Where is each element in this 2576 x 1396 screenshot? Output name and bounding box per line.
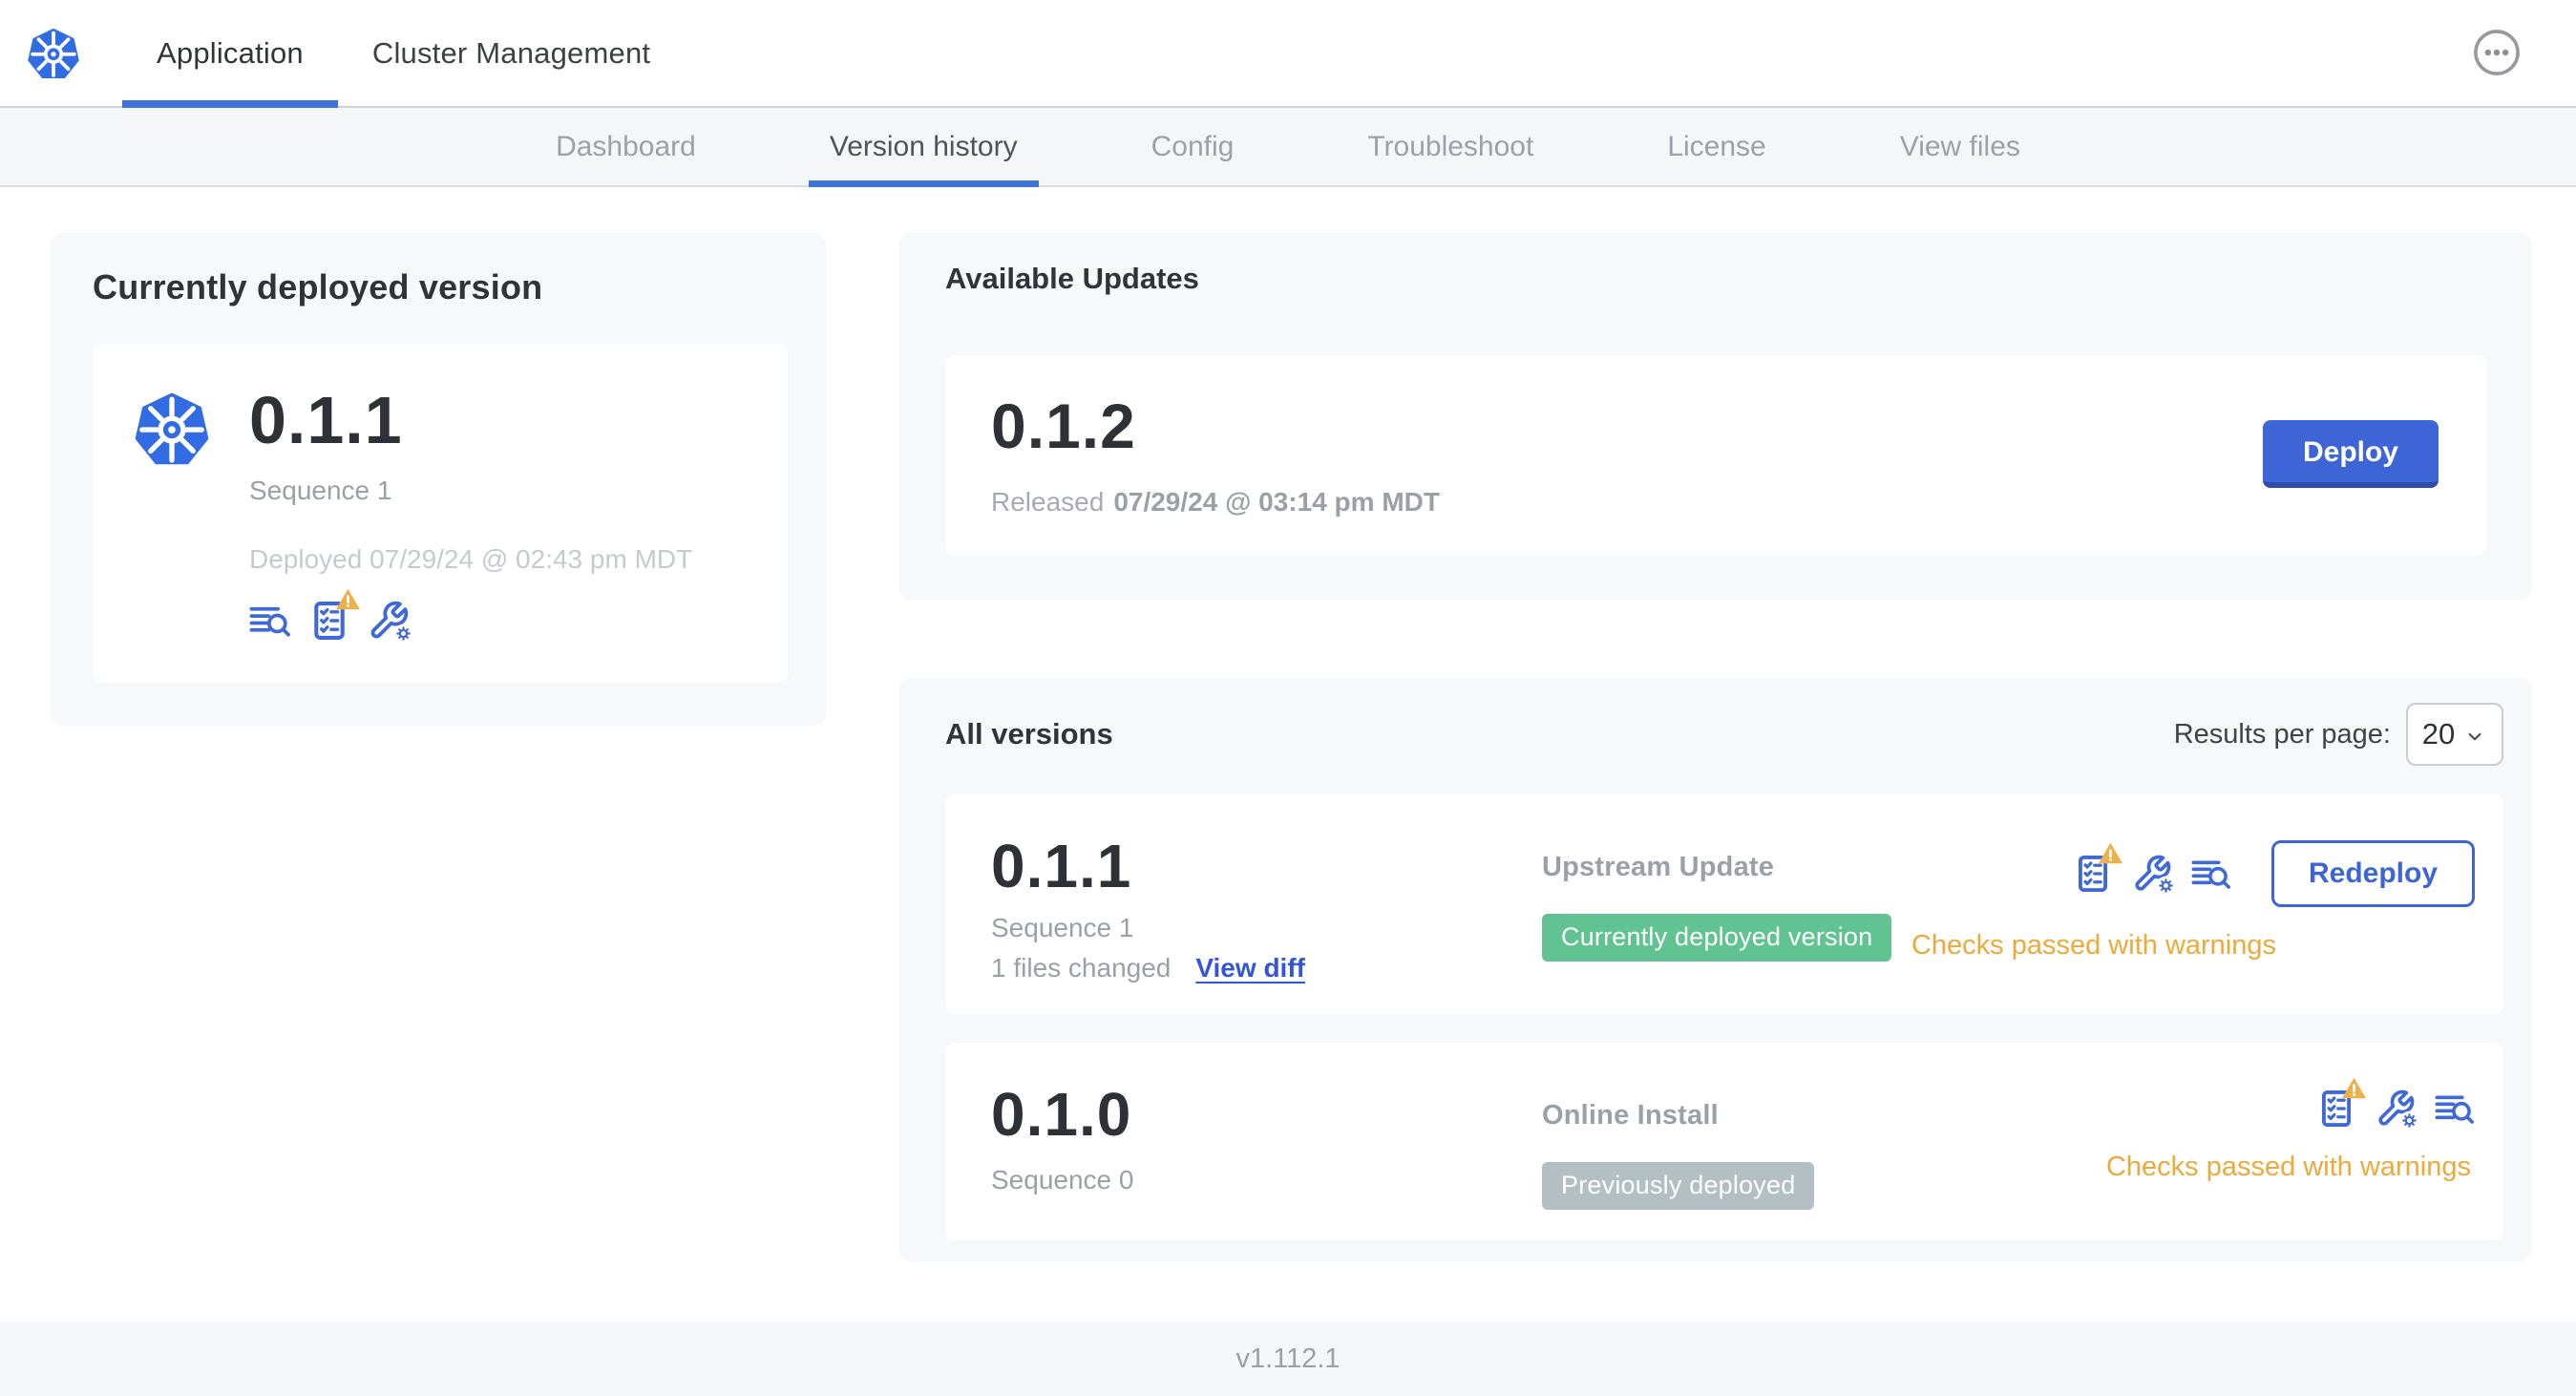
ellipsis-icon xyxy=(2474,30,2520,75)
update-info: 0.1.2 Released 07/29/24 @ 03:14 pm MDT xyxy=(991,390,1440,518)
results-per-page-select[interactable]: 20 xyxy=(2406,703,2503,766)
preflight-status-text: Checks passed with warnings xyxy=(2105,1152,2471,1182)
right-column: Available Updates 0.1.2 Released 07/29/24… xyxy=(899,233,2532,1261)
gear-icon xyxy=(2398,1110,2420,1132)
preflight-checks-warning-icon[interactable] xyxy=(2316,1076,2367,1129)
redeploy-button[interactable]: Redeploy xyxy=(2270,840,2475,907)
warning-triangle-icon xyxy=(2097,841,2123,865)
all-versions-panel: All versions Results per page: 20 0.1.1 … xyxy=(899,678,2532,1261)
primary-nav: Application Cluster Management xyxy=(122,0,685,108)
logs-icon[interactable] xyxy=(2191,854,2231,894)
current-deployed-timestamp: Deployed 07/29/24 @ 02:43 pm MDT xyxy=(249,544,693,574)
current-sequence: Sequence 1 xyxy=(249,476,392,505)
overflow-menu-button[interactable] xyxy=(2473,29,2521,76)
main-content: Currently deployed version 0.1.1 Sequenc… xyxy=(0,187,2576,1261)
console-version: v1.112.1 xyxy=(1235,1343,1341,1374)
all-versions-header: All versions Results per page: 20 xyxy=(945,703,2503,766)
version-row-0-1-1: 0.1.1 Sequence 1 1 files changed View di… xyxy=(945,794,2503,1014)
status-badge-currently-deployed: Currently deployed version xyxy=(1542,914,1892,962)
nav-tab-application[interactable]: Application xyxy=(122,0,338,108)
version-row-0-1-0: 0.1.0 Sequence 0 Online Install Previous… xyxy=(945,1043,2503,1240)
tab-license[interactable]: License xyxy=(1646,108,1786,185)
config-wrench-icon[interactable] xyxy=(368,600,414,645)
top-navbar: Application Cluster Management xyxy=(0,0,2576,108)
version-source: Upstream Update xyxy=(1542,852,1775,882)
tab-dashboard[interactable]: Dashboard xyxy=(535,108,717,185)
available-update-row: 0.1.2 Released 07/29/24 @ 03:14 pm MDT De… xyxy=(945,355,2486,556)
results-per-page-label: Results per page: xyxy=(2173,718,2391,750)
tab-view-files[interactable]: View files xyxy=(1879,108,2041,185)
warning-triangle-icon xyxy=(335,587,361,611)
warning-triangle-icon xyxy=(2341,1076,2367,1100)
released-date: 07/29/24 @ 03:14 pm MDT xyxy=(1113,487,1440,517)
kubernetes-app-icon xyxy=(131,386,213,472)
currently-deployed-title: Currently deployed version xyxy=(93,267,543,307)
chevron-down-icon xyxy=(2468,732,2481,741)
gear-icon xyxy=(392,623,414,645)
current-version-actions xyxy=(249,587,692,645)
logs-icon[interactable] xyxy=(2435,1089,2475,1129)
kubernetes-logo-icon xyxy=(25,24,82,83)
version-actions: Redeploy xyxy=(2073,840,2475,907)
available-updates-panel: Available Updates 0.1.2 Released 07/29/24… xyxy=(899,233,2532,600)
tab-config[interactable]: Config xyxy=(1130,108,1256,185)
update-version-number: 0.1.2 xyxy=(991,391,1136,461)
version-actions xyxy=(2316,1076,2475,1132)
currently-deployed-card: 0.1.1 Sequence 1 Deployed 07/29/24 @ 02:… xyxy=(93,344,788,682)
version-row-left: 0.1.1 Sequence 1 1 files changed View di… xyxy=(991,831,1542,984)
config-wrench-icon[interactable] xyxy=(2132,854,2177,897)
row-version-number: 0.1.1 xyxy=(991,832,1132,900)
row-version-number: 0.1.0 xyxy=(991,1080,1132,1149)
footer: v1.112.1 xyxy=(0,1322,2576,1396)
gear-icon xyxy=(2155,875,2177,897)
nav-tab-cluster-management[interactable]: Cluster Management xyxy=(338,0,685,106)
version-row-right: Checks passed with warnings xyxy=(2105,1076,2475,1183)
results-per-page: Results per page: 20 xyxy=(2174,703,2503,766)
currently-deployed-panel: Currently deployed version 0.1.1 Sequenc… xyxy=(51,233,826,726)
preflight-status-text: Checks passed with warnings xyxy=(1911,930,2276,961)
preflight-checks-warning-icon[interactable] xyxy=(308,587,361,642)
files-changed-line: 1 files changed View diff xyxy=(991,953,1542,984)
current-version-number: 0.1.1 xyxy=(249,383,403,457)
released-prefix: Released xyxy=(991,487,1105,517)
files-changed-text: 1 files changed xyxy=(991,953,1172,983)
deploy-button[interactable]: Deploy xyxy=(2262,419,2439,488)
current-version-info: 0.1.1 Sequence 1 Deployed 07/29/24 @ 02:… xyxy=(249,382,693,645)
preflight-checks-warning-icon[interactable] xyxy=(2073,841,2123,894)
status-badge-previously-deployed: Previously deployed xyxy=(1542,1162,1815,1210)
available-updates-title: Available Updates xyxy=(945,262,1199,295)
version-row-middle: Upstream Update Currently deployed versi… xyxy=(1542,831,1911,962)
update-released-timestamp: Released 07/29/24 @ 03:14 pm MDT xyxy=(991,487,1440,518)
tab-troubleshoot[interactable]: Troubleshoot xyxy=(1346,108,1554,185)
version-row-left: 0.1.0 Sequence 0 xyxy=(991,1079,1542,1195)
results-per-page-value: 20 xyxy=(2421,717,2456,751)
all-versions-title: All versions xyxy=(945,717,1113,751)
config-wrench-icon[interactable] xyxy=(2375,1089,2420,1132)
view-diff-link[interactable]: View diff xyxy=(1195,953,1305,984)
logs-icon[interactable] xyxy=(249,600,291,642)
version-row-middle: Online Install Previously deployed xyxy=(1542,1079,2106,1210)
row-sequence: Sequence 0 xyxy=(991,1165,1134,1195)
tab-version-history[interactable]: Version history xyxy=(808,108,1039,187)
version-row-right: Redeploy Checks passed with warnings xyxy=(1911,831,2475,962)
app-subnav: Dashboard Version history Config Trouble… xyxy=(0,108,2576,187)
version-source: Online Install xyxy=(1542,1100,1719,1131)
row-sequence: Sequence 1 xyxy=(991,913,1134,942)
